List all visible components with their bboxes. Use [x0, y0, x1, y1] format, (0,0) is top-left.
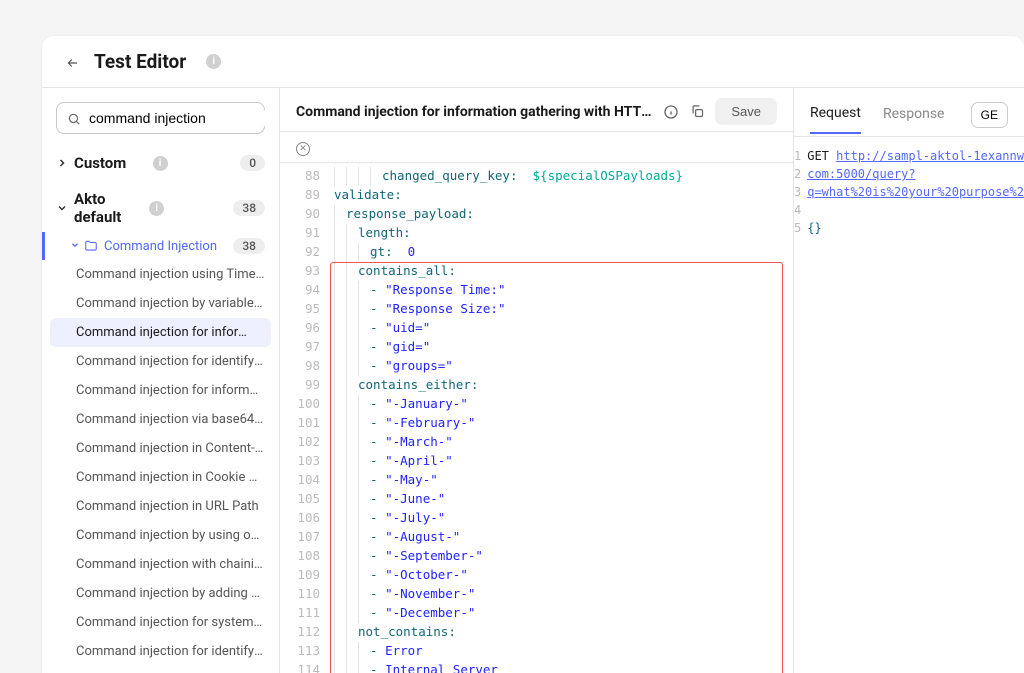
- list-item[interactable]: Command injection by adding qu...: [42, 579, 279, 608]
- list-item[interactable]: Command injection by variable as...: [42, 289, 279, 318]
- request-body[interactable]: 12345 GET http://sampl-aktol-1exannwycom…: [794, 137, 1024, 237]
- back-icon[interactable]: [66, 55, 80, 69]
- list-item[interactable]: Command injection for identifying...: [42, 637, 279, 666]
- request-code: GET http://sampl-aktol-1exannwycom:5000/…: [807, 147, 1024, 237]
- line-gutter: 8889909192939495969798991001011021031041…: [280, 163, 330, 673]
- chevron-down-icon: [56, 202, 68, 214]
- info-icon[interactable]: [663, 104, 679, 120]
- tab-response[interactable]: Response: [883, 106, 945, 133]
- search-field[interactable]: [89, 110, 270, 126]
- list-item[interactable]: Command injection by using Here...: [42, 666, 279, 673]
- list-item[interactable]: Command injection using Time d...: [42, 260, 279, 289]
- sidebar: Custom i 0 Akto default i 38: [42, 88, 280, 673]
- group-custom[interactable]: Custom i 0: [42, 148, 279, 178]
- app-header: Test Editor i: [42, 36, 1024, 88]
- list-item[interactable]: Command injection for identifying...: [42, 347, 279, 376]
- info-icon[interactable]: i: [206, 54, 221, 69]
- info-icon: i: [149, 201, 164, 216]
- method-dropdown[interactable]: GE: [971, 102, 1008, 128]
- code-body[interactable]: changed_query_key: ${specialOSPayloads}v…: [334, 167, 793, 673]
- subgroup-label: Command Injection: [104, 239, 233, 254]
- list-item[interactable]: Command injection for system inf...: [42, 608, 279, 637]
- list-item[interactable]: Command injection in URL Path: [42, 492, 279, 521]
- subgroup-command-injection[interactable]: Command Injection 38: [42, 232, 279, 260]
- list-item[interactable]: Command injection in Content-Ty...: [42, 434, 279, 463]
- group-label: Akto default: [74, 190, 143, 226]
- list-item[interactable]: Command injection with chaining ...: [42, 550, 279, 579]
- search-input[interactable]: [56, 102, 265, 134]
- chevron-down-icon: [70, 239, 80, 254]
- info-icon: i: [153, 156, 168, 171]
- list-item[interactable]: Command injection in Cookie Hea...: [42, 463, 279, 492]
- group-akto-default[interactable]: Akto default i 38: [42, 184, 279, 232]
- count-badge: 38: [233, 238, 265, 254]
- search-icon: [67, 111, 81, 125]
- tab-request[interactable]: Request: [810, 105, 861, 134]
- editor-header: Command injection for information gather…: [280, 88, 793, 132]
- folder-icon: [84, 239, 98, 253]
- request-panel: Request Response GE 12345 GET http://sam…: [794, 88, 1024, 673]
- editor-title: Command injection for information gather…: [296, 104, 653, 120]
- tabs: Request Response GE: [794, 88, 1024, 137]
- code-editor[interactable]: 8889909192939495969798991001011021031041…: [280, 163, 793, 673]
- request-gutter: 12345: [794, 147, 807, 237]
- list-item[interactable]: Command injection via base64 e...: [42, 405, 279, 434]
- count-badge: 0: [240, 155, 265, 171]
- list-item[interactable]: Command injection by using oper...: [42, 521, 279, 550]
- chevron-right-icon: [56, 157, 68, 169]
- list-item[interactable]: Command injection for informatio...: [42, 376, 279, 405]
- save-button[interactable]: Save: [715, 98, 777, 125]
- list-item[interactable]: Command injection for informat...: [50, 318, 271, 347]
- test-list: Command injection using Time d...Command…: [42, 260, 279, 673]
- group-label: Custom: [74, 154, 147, 172]
- count-badge: 38: [233, 200, 265, 216]
- copy-icon[interactable]: [689, 104, 705, 120]
- page-title: Test Editor: [94, 50, 186, 73]
- close-icon[interactable]: ✕: [296, 142, 310, 156]
- editor-panel: Command injection for information gather…: [280, 88, 794, 673]
